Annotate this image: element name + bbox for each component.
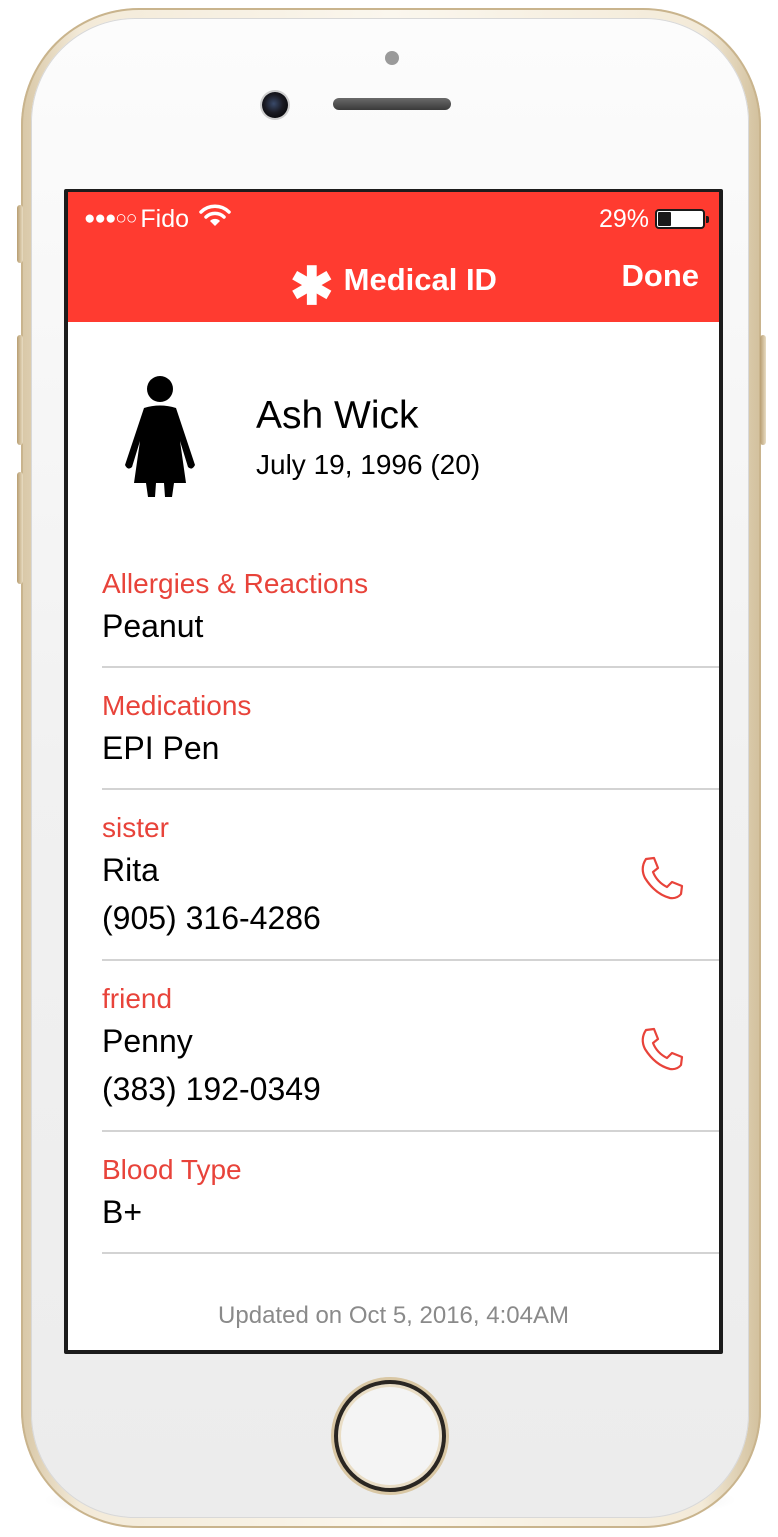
section-value: EPI Pen bbox=[102, 730, 220, 766]
last-updated-text: Updated on Oct 5, 2016, 4:04AM bbox=[218, 1302, 569, 1329]
blood-type-section: Blood Type B+ bbox=[102, 1152, 719, 1236]
medical-asterisk-icon: ✱ bbox=[290, 258, 334, 316]
wifi-icon bbox=[199, 204, 231, 235]
contact-name: Penny bbox=[102, 1023, 193, 1059]
earpiece-speaker bbox=[333, 98, 451, 110]
divider bbox=[102, 1130, 719, 1132]
home-button[interactable] bbox=[334, 1380, 446, 1492]
status-bar-left: ●●●○○ Fido bbox=[84, 204, 231, 234]
section-value: Peanut bbox=[102, 608, 204, 644]
divider bbox=[102, 666, 719, 668]
divider bbox=[102, 959, 719, 961]
screen: ●●●○○ Fido 29% ✱ Medical ID Done Ash Wic… bbox=[64, 189, 723, 1354]
call-phone-icon[interactable] bbox=[637, 854, 685, 902]
divider bbox=[102, 1252, 719, 1254]
call-phone-icon[interactable] bbox=[637, 1025, 685, 1073]
section-label: Medications bbox=[102, 690, 252, 721]
contact-relationship: sister bbox=[102, 812, 169, 843]
contact-name: Rita bbox=[102, 852, 159, 888]
front-camera bbox=[262, 92, 288, 118]
section-value: B+ bbox=[102, 1194, 143, 1230]
profile-name: Ash Wick bbox=[256, 394, 419, 437]
mute-switch bbox=[17, 205, 23, 263]
carrier-name: Fido bbox=[140, 205, 190, 233]
profile-birthdate: July 19, 1996 (20) bbox=[256, 449, 481, 480]
emergency-contact-friend: friend Penny (383) 192-0349 bbox=[102, 981, 719, 1113]
divider bbox=[102, 788, 719, 790]
power-button bbox=[760, 335, 766, 445]
contact-phone-number: (383) 192-0349 bbox=[102, 1071, 321, 1107]
battery-percentage: 29% bbox=[598, 205, 649, 233]
header-bar: ●●●○○ Fido 29% ✱ Medical ID Done bbox=[68, 192, 719, 322]
done-button[interactable]: Done bbox=[622, 258, 700, 294]
medical-id-screen: ●●●○○ Fido 29% ✱ Medical ID Done Ash Wic… bbox=[68, 192, 719, 1350]
contact-phone-number: (905) 316-4286 bbox=[102, 900, 321, 936]
person-silhouette-icon bbox=[120, 375, 200, 499]
volume-down-button bbox=[17, 472, 23, 584]
proximity-sensor bbox=[385, 51, 399, 65]
status-bar-right: 29% bbox=[598, 204, 709, 234]
section-label: Allergies & Reactions bbox=[102, 568, 369, 599]
medications-section: Medications EPI Pen bbox=[102, 688, 719, 772]
emergency-contact-sister: sister Rita (905) 316-4286 bbox=[102, 810, 719, 942]
battery-icon bbox=[655, 209, 709, 229]
section-label: Blood Type bbox=[102, 1154, 242, 1185]
page-title: Medical ID bbox=[343, 262, 497, 297]
allergies-section: Allergies & Reactions Peanut bbox=[102, 566, 719, 650]
signal-strength-icon: ●●●○○ bbox=[84, 208, 137, 229]
volume-up-button bbox=[17, 335, 23, 445]
contact-relationship: friend bbox=[102, 983, 173, 1014]
